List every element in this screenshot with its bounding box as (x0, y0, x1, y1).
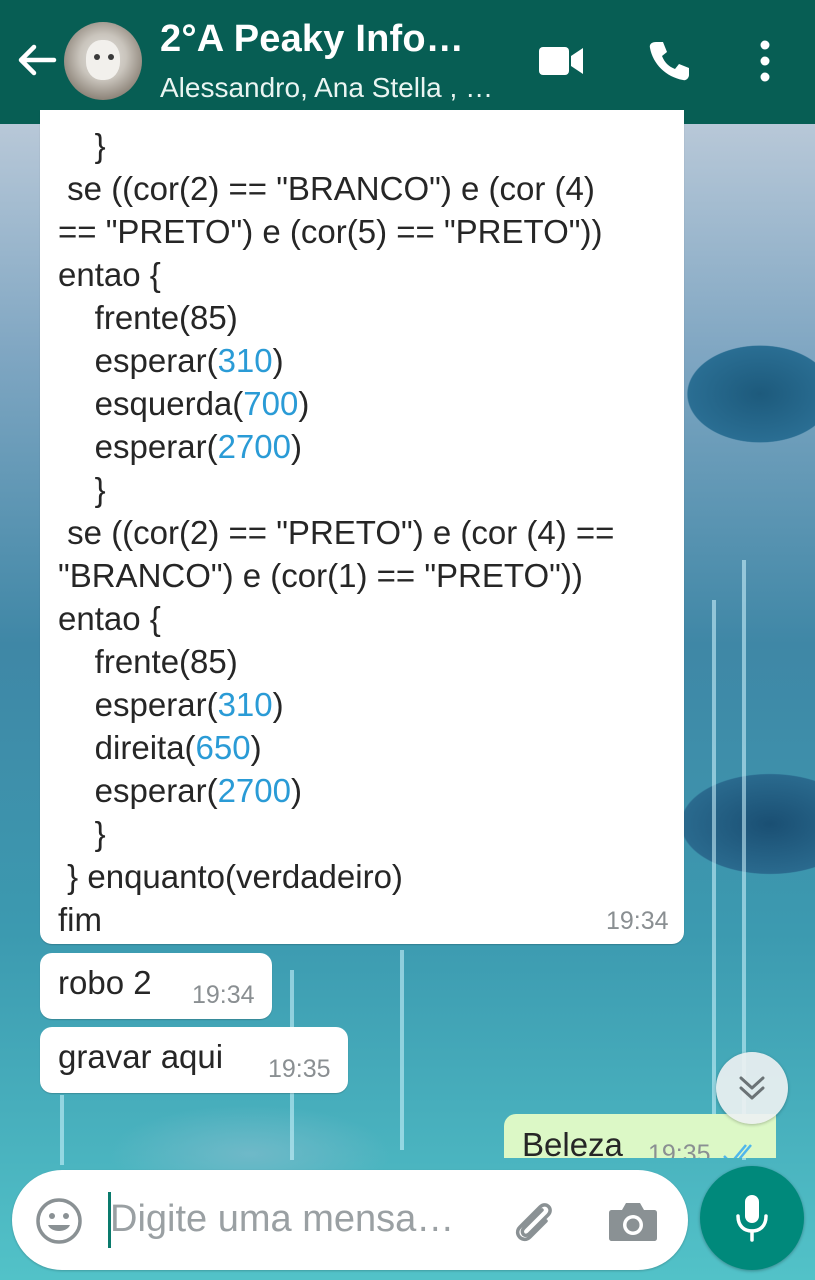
code-line: frente(85) (58, 299, 238, 336)
scroll-to-bottom-button[interactable] (716, 1052, 788, 1124)
code-number: 2700 (217, 428, 291, 465)
wallpaper-streak (60, 1095, 64, 1165)
message-text: robo 2 (58, 964, 152, 1001)
chat-header: 2°A Peaky Info… Alessandro, Ana Stella ,… (0, 0, 815, 124)
chat-title[interactable]: 2°A Peaky Info… (160, 18, 464, 61)
wallpaper-streak (400, 950, 404, 1150)
code-line: } (58, 127, 106, 164)
wallpaper-streak (712, 600, 716, 1120)
code-line: fim (58, 901, 102, 938)
code-line: entao { (58, 600, 161, 637)
code-line: frente(85) (58, 643, 238, 680)
code-number: 700 (243, 385, 299, 422)
outgoing-message-bubble[interactable]: Beleza 19:35 (504, 1114, 776, 1158)
attach-icon[interactable] (508, 1196, 560, 1248)
video-call-icon[interactable] (536, 36, 586, 86)
more-vert-icon[interactable] (740, 36, 790, 86)
code-line: } enquanto(verdadeiro) (58, 858, 403, 895)
code-number: 310 (217, 342, 273, 379)
back-arrow-icon[interactable] (14, 38, 58, 82)
code-line: } (58, 815, 106, 852)
message-time: 19:35 (648, 1140, 711, 1158)
message-time: 19:35 (268, 1055, 331, 1083)
camera-icon[interactable] (606, 1196, 660, 1246)
code-line: esperar(2700) (58, 772, 302, 809)
voice-record-button[interactable] (700, 1166, 804, 1270)
double-chevron-down-icon (739, 1076, 765, 1100)
code-message-text: } se ((cor(2) == "BRANCO") e (cor (4) == … (58, 124, 678, 941)
mic-icon (736, 1195, 768, 1242)
code-line: } (58, 471, 106, 508)
code-line: direita(650) (58, 729, 262, 766)
code-number: 310 (217, 686, 273, 723)
code-line: esperar(2700) (58, 428, 302, 465)
code-line: esquerda(700) (58, 385, 310, 422)
phone-icon[interactable] (644, 36, 694, 86)
code-number: 650 (195, 729, 251, 766)
code-number: 2700 (217, 772, 291, 809)
emoji-icon[interactable] (34, 1196, 84, 1246)
message-text: gravar aqui (58, 1038, 224, 1075)
message-input[interactable]: Digite uma mensa… (110, 1198, 454, 1241)
message-text: Beleza (522, 1126, 623, 1158)
code-line: "BRANCO") e (cor(1) == "PRETO")) (58, 557, 583, 594)
code-line: entao { (58, 256, 161, 293)
code-line: esperar(310) (58, 342, 284, 379)
message-time: 19:34 (192, 981, 255, 1009)
code-line: == "PRETO") e (cor(5) == "PRETO")) (58, 213, 603, 250)
code-line: se ((cor(2) == "BRANCO") e (cor (4) (58, 170, 595, 207)
code-line: esperar(310) (58, 686, 284, 723)
message-time: 19:34 (606, 907, 669, 935)
double-check-icon (723, 1144, 752, 1158)
chat-participants[interactable]: Alessandro, Ana Stella , … (160, 72, 493, 104)
group-avatar[interactable] (64, 22, 142, 100)
code-line: se ((cor(2) == "PRETO") e (cor (4) == (58, 514, 615, 551)
